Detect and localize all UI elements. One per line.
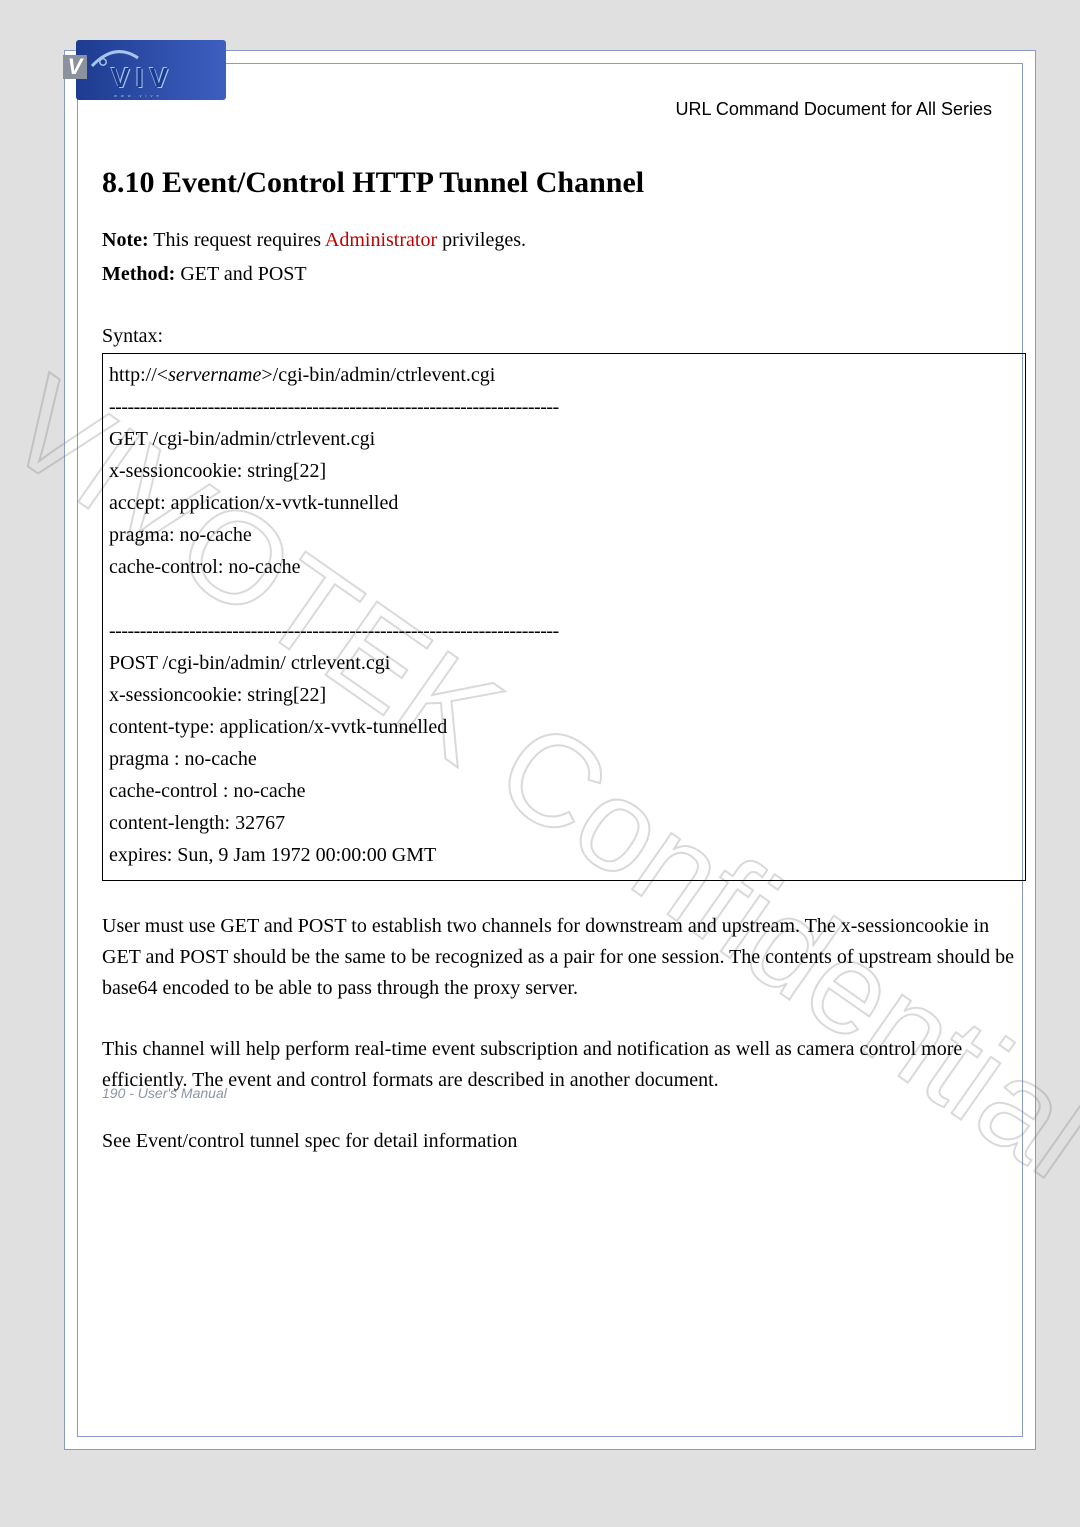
page-outer-frame: VIVOTEK Confidential URL Command Documen…	[64, 50, 1036, 1450]
page-ear-badge: V	[63, 55, 87, 79]
method-label: Method:	[102, 263, 175, 285]
note-line: Note: This request requires Administrato…	[102, 225, 1026, 255]
body-paragraph-1: User must use GET and POST to establish …	[102, 911, 1026, 1004]
brand-logo: VIV www.vive	[76, 40, 226, 100]
get-line-1: x-sessioncookie: string[22]	[109, 456, 1019, 486]
url-suffix: >/cgi-bin/admin/ctrlevent.cgi	[261, 364, 495, 386]
syntax-url-line: http://<servername>/cgi-bin/admin/ctrlev…	[109, 360, 1019, 390]
ear-letter: V	[68, 54, 83, 80]
post-line-0: POST /cgi-bin/admin/ ctrlevent.cgi	[109, 648, 1019, 678]
post-line-4: cache-control : no-cache	[109, 776, 1019, 806]
url-prefix: http://<	[109, 364, 168, 386]
method-line: Method: GET and POST	[102, 259, 1026, 289]
note-administrator: Administrator	[325, 229, 437, 251]
get-line-3: pragma: no-cache	[109, 520, 1019, 550]
separator-dashes-1: ----------------------------------------…	[109, 392, 1019, 422]
post-line-3: pragma : no-cache	[109, 744, 1019, 774]
method-value: GET and POST	[175, 263, 306, 285]
post-line-1: x-sessioncookie: string[22]	[109, 680, 1019, 710]
page-inner-frame: VIVOTEK Confidential URL Command Documen…	[77, 63, 1023, 1437]
page-content: 8.10 Event/Control HTTP Tunnel Channel N…	[102, 160, 1026, 1157]
post-line-6: expires: Sun, 9 Jam 1972 00:00:00 GMT	[109, 840, 1019, 870]
note-label: Note:	[102, 229, 149, 251]
url-servername: servername	[168, 364, 261, 386]
get-line-2: accept: application/x-vvtk-tunnelled	[109, 488, 1019, 518]
note-text-before: This request requires	[149, 229, 325, 251]
logo-subtext: www.vive	[114, 93, 163, 98]
get-line-0: GET /cgi-bin/admin/ctrlevent.cgi	[109, 424, 1019, 454]
separator-dashes-2: ----------------------------------------…	[109, 616, 1019, 646]
header-doc-title: URL Command Document for All Series	[676, 99, 992, 120]
note-text-after: privileges.	[437, 229, 526, 251]
syntax-box: http://<servername>/cgi-bin/admin/ctrlev…	[102, 353, 1026, 881]
post-line-5: content-length: 32767	[109, 808, 1019, 838]
section-heading: 8.10 Event/Control HTTP Tunnel Channel	[102, 160, 1026, 205]
page-footer: 190 - User's Manual	[102, 1085, 1026, 1101]
syntax-label: Syntax:	[102, 321, 1026, 351]
post-line-2: content-type: application/x-vvtk-tunnell…	[109, 712, 1019, 742]
logo-text: VIV	[111, 62, 174, 94]
body-paragraph-3: See Event/control tunnel spec for detail…	[102, 1126, 1026, 1157]
get-line-4: cache-control: no-cache	[109, 552, 1019, 582]
